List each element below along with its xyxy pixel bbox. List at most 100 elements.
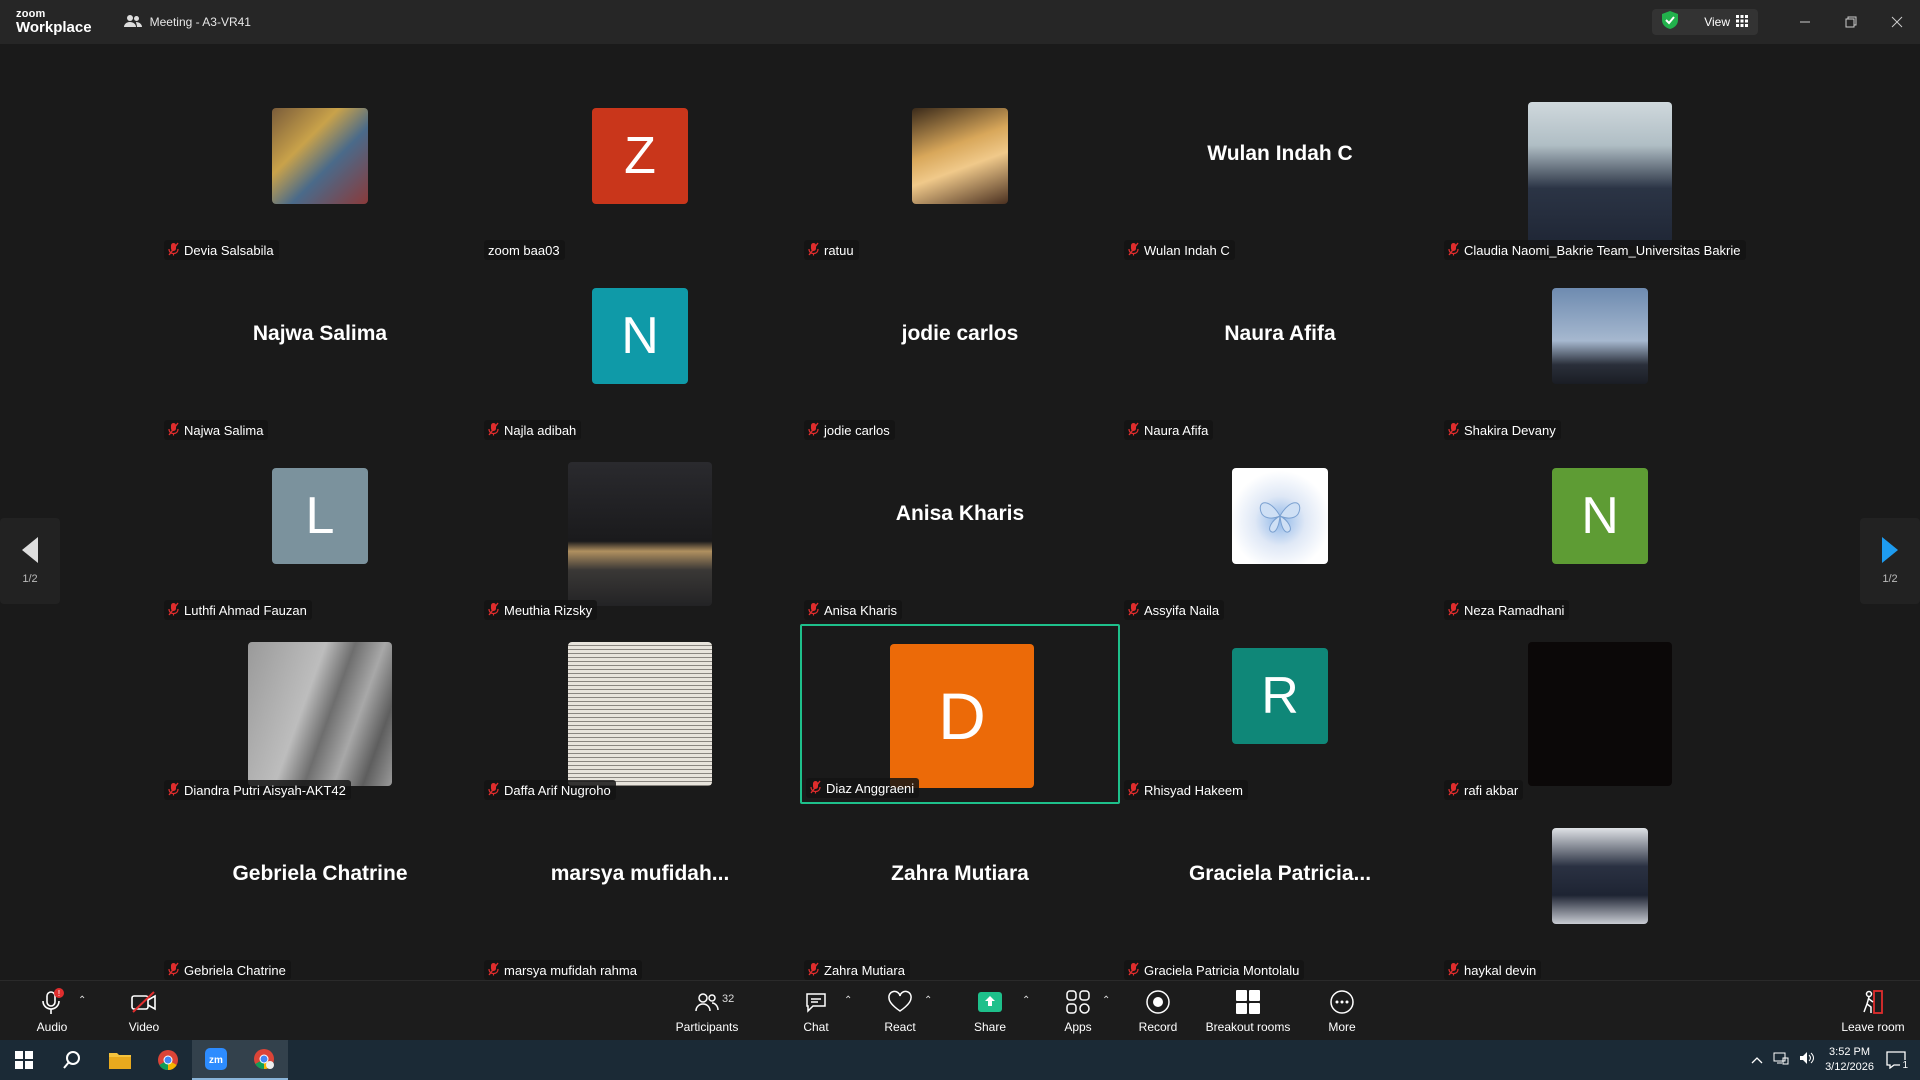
participant-tile-zoom-baa03[interactable]: Zzoom baa03 <box>480 84 800 264</box>
participant-name: Luthfi Ahmad Fauzan <box>184 602 307 618</box>
record-button[interactable]: Record <box>1136 981 1180 1041</box>
participant-tile-najla-adibah[interactable]: N Najla adibah <box>480 264 800 444</box>
clock[interactable]: 3:52 PM 3/12/2026 <box>1825 1045 1874 1075</box>
react-button[interactable]: React <box>880 981 920 1041</box>
participant-tile-naura-afifa[interactable]: Naura Afifa Naura Afifa <box>1120 264 1440 444</box>
participant-tile-ratuu[interactable]: ratuu <box>800 84 1120 264</box>
page-indicator-left: 1/2 <box>22 573 38 585</box>
chrome-icon[interactable] <box>144 1040 192 1080</box>
participant-tile-claudia-naomi-bakrie-team-universitas-bakrie[interactable]: Claudia Naomi_Bakrie Team_Universitas Ba… <box>1440 84 1760 264</box>
avatar: Z <box>592 108 688 204</box>
leave-room-button[interactable]: Leave room <box>1836 981 1910 1041</box>
participant-tile-jodie-carlos[interactable]: jodie carlos jodie carlos <box>800 264 1120 444</box>
meeting-title[interactable]: Meeting - A3-VR41 <box>123 14 251 31</box>
file-explorer-icon[interactable] <box>96 1040 144 1080</box>
zoom-app-icon[interactable]: zm <box>192 1040 240 1080</box>
muted-mic-icon <box>808 602 819 619</box>
participant-tile-rafi-akbar[interactable]: rafi akbar <box>1440 624 1760 804</box>
avatar-letter: Z <box>624 127 656 185</box>
participant-name: Diaz Anggraeni <box>826 780 915 796</box>
react-options-caret[interactable]: ⌃ <box>924 995 932 1006</box>
participant-tile-wulan-indah-c[interactable]: Wulan Indah C Wulan Indah C <box>1120 84 1440 264</box>
participant-tile-gebriela-chatrine[interactable]: Gebriela Chatrine Gebriela Chatrine <box>160 804 480 984</box>
avatar-letter: L <box>305 487 335 545</box>
previous-page-button[interactable]: 1/2 <box>0 518 60 604</box>
participant-tile-zahra-mutiara[interactable]: Zahra Mutiara Zahra Mutiara <box>800 804 1120 984</box>
network-icon[interactable] <box>1773 1051 1789 1070</box>
muted-mic-icon <box>1128 422 1139 439</box>
muted-mic-icon <box>1128 962 1139 979</box>
next-page-button[interactable]: 1/2 <box>1860 518 1920 604</box>
security-shield-icon[interactable] <box>1662 10 1679 34</box>
participant-tile-najwa-salima[interactable]: Najwa Salima Najwa Salima <box>160 264 480 444</box>
participant-name-tag: marsya mufidah rahma <box>484 960 642 980</box>
participant-tile-diandra-putri-aisyah-akt42[interactable]: Diandra Putri Aisyah-AKT42 <box>160 624 480 804</box>
view-button[interactable]: View <box>1704 14 1748 30</box>
participant-tile-marsya-mufidah-rahma[interactable]: marsya mufidah... marsya mufidah rahma <box>480 804 800 984</box>
chat-button[interactable]: Chat <box>796 981 836 1041</box>
volume-icon[interactable] <box>1799 1051 1815 1070</box>
participant-tile-daffa-arif-nugroho[interactable]: Daffa Arif Nugroho <box>480 624 800 804</box>
breakout-rooms-button[interactable]: Breakout rooms <box>1202 981 1294 1041</box>
chevron-up-icon[interactable] <box>1751 1051 1763 1069</box>
muted-mic-icon <box>488 782 499 799</box>
avatar-letter: R <box>1261 667 1299 725</box>
participant-name: Rhisyad Hakeem <box>1144 782 1243 798</box>
breakout-rooms-label: Breakout rooms <box>1205 1020 1291 1034</box>
avatar: L <box>272 468 368 564</box>
avatar: N <box>1552 468 1648 564</box>
avatar-letter: N <box>1581 487 1619 545</box>
participant-tile-haykal-devin[interactable]: haykal devin <box>1440 804 1760 984</box>
avatar-photo <box>1528 642 1672 786</box>
avatar-photo <box>568 462 712 606</box>
participant-name: rafi akbar <box>1464 782 1519 798</box>
muted-mic-icon <box>488 422 499 439</box>
video-gallery: 1/2 1/2 Devia Salsabila Zzoom baa03 ratuu W… <box>0 44 1920 980</box>
muted-mic-icon <box>810 780 821 797</box>
share-button[interactable]: Share <box>970 981 1010 1041</box>
participant-display-name: marsya mufidah... <box>550 862 730 885</box>
share-options-caret[interactable]: ⌃ <box>1022 995 1030 1006</box>
participant-name-tag: Graciela Patricia Montolalu <box>1124 960 1305 980</box>
participant-name-tag: ratuu <box>804 240 859 260</box>
record-icon <box>1145 988 1171 1016</box>
participant-tile-devia-salsabila[interactable]: Devia Salsabila <box>160 84 480 264</box>
chrome-profile-icon[interactable] <box>240 1040 288 1080</box>
participant-tile-meuthia-rizsky[interactable]: Meuthia Rizsky <box>480 444 800 624</box>
participant-name: Claudia Naomi_Bakrie Team_Universitas Ba… <box>1464 242 1741 258</box>
participant-tile-shakira-devany[interactable]: Shakira Devany <box>1440 264 1760 444</box>
participant-tile-neza-ramadhani[interactable]: N Neza Ramadhani <box>1440 444 1760 624</box>
minimize-icon[interactable] <box>1782 0 1828 44</box>
leave-room-label: Leave room <box>1841 1020 1905 1034</box>
participant-name: Naura Afifa <box>1144 422 1209 438</box>
participant-tile-luthfi-ahmad-fauzan[interactable]: L Luthfi Ahmad Fauzan <box>160 444 480 624</box>
close-icon[interactable] <box>1874 0 1920 44</box>
apps-options-caret[interactable]: ⌃ <box>1102 995 1110 1006</box>
video-label: Video <box>128 1020 160 1034</box>
audio-button[interactable]: ! Audio <box>30 981 74 1041</box>
restore-icon[interactable] <box>1828 0 1874 44</box>
avatar-letter: D <box>938 679 986 753</box>
participant-display-name: Wulan Indah C <box>1207 142 1353 165</box>
chat-options-caret[interactable]: ⌃ <box>844 995 852 1006</box>
participant-name-tag: Naura Afifa <box>1124 420 1214 440</box>
participant-tile-rhisyad-hakeem[interactable]: R Rhisyad Hakeem <box>1120 624 1440 804</box>
video-button[interactable]: Video <box>122 981 166 1041</box>
muted-mic-icon <box>1448 782 1459 799</box>
system-tray: 3:52 PM 3/12/2026 1 <box>1751 1040 1920 1080</box>
participant-tile-diaz-anggraeni[interactable]: D Diaz Anggraeni <box>800 624 1120 804</box>
chat-label: Chat <box>803 1020 829 1034</box>
arrow-left-icon <box>22 537 38 563</box>
more-button[interactable]: More <box>1322 981 1362 1041</box>
participant-tile-assyifa-naila[interactable]: Assyifa Naila <box>1120 444 1440 624</box>
apps-button[interactable]: Apps <box>1060 981 1096 1041</box>
windows-start-icon[interactable] <box>0 1040 48 1080</box>
clock-time: 3:52 PM <box>1829 1046 1871 1059</box>
search-icon[interactable] <box>48 1040 96 1080</box>
notification-icon[interactable]: 1 <box>1884 1049 1910 1071</box>
participant-tile-graciela-patricia-montolalu[interactable]: Graciela Patricia... Graciela Patricia Mo… <box>1120 804 1440 984</box>
participant-tile-anisa-kharis[interactable]: Anisa Kharis Anisa Kharis <box>800 444 1120 624</box>
audio-options-caret[interactable]: ⌃ <box>78 995 86 1006</box>
participant-name: marsya mufidah rahma <box>504 962 637 978</box>
participants-button[interactable]: Participants <box>670 981 744 1041</box>
